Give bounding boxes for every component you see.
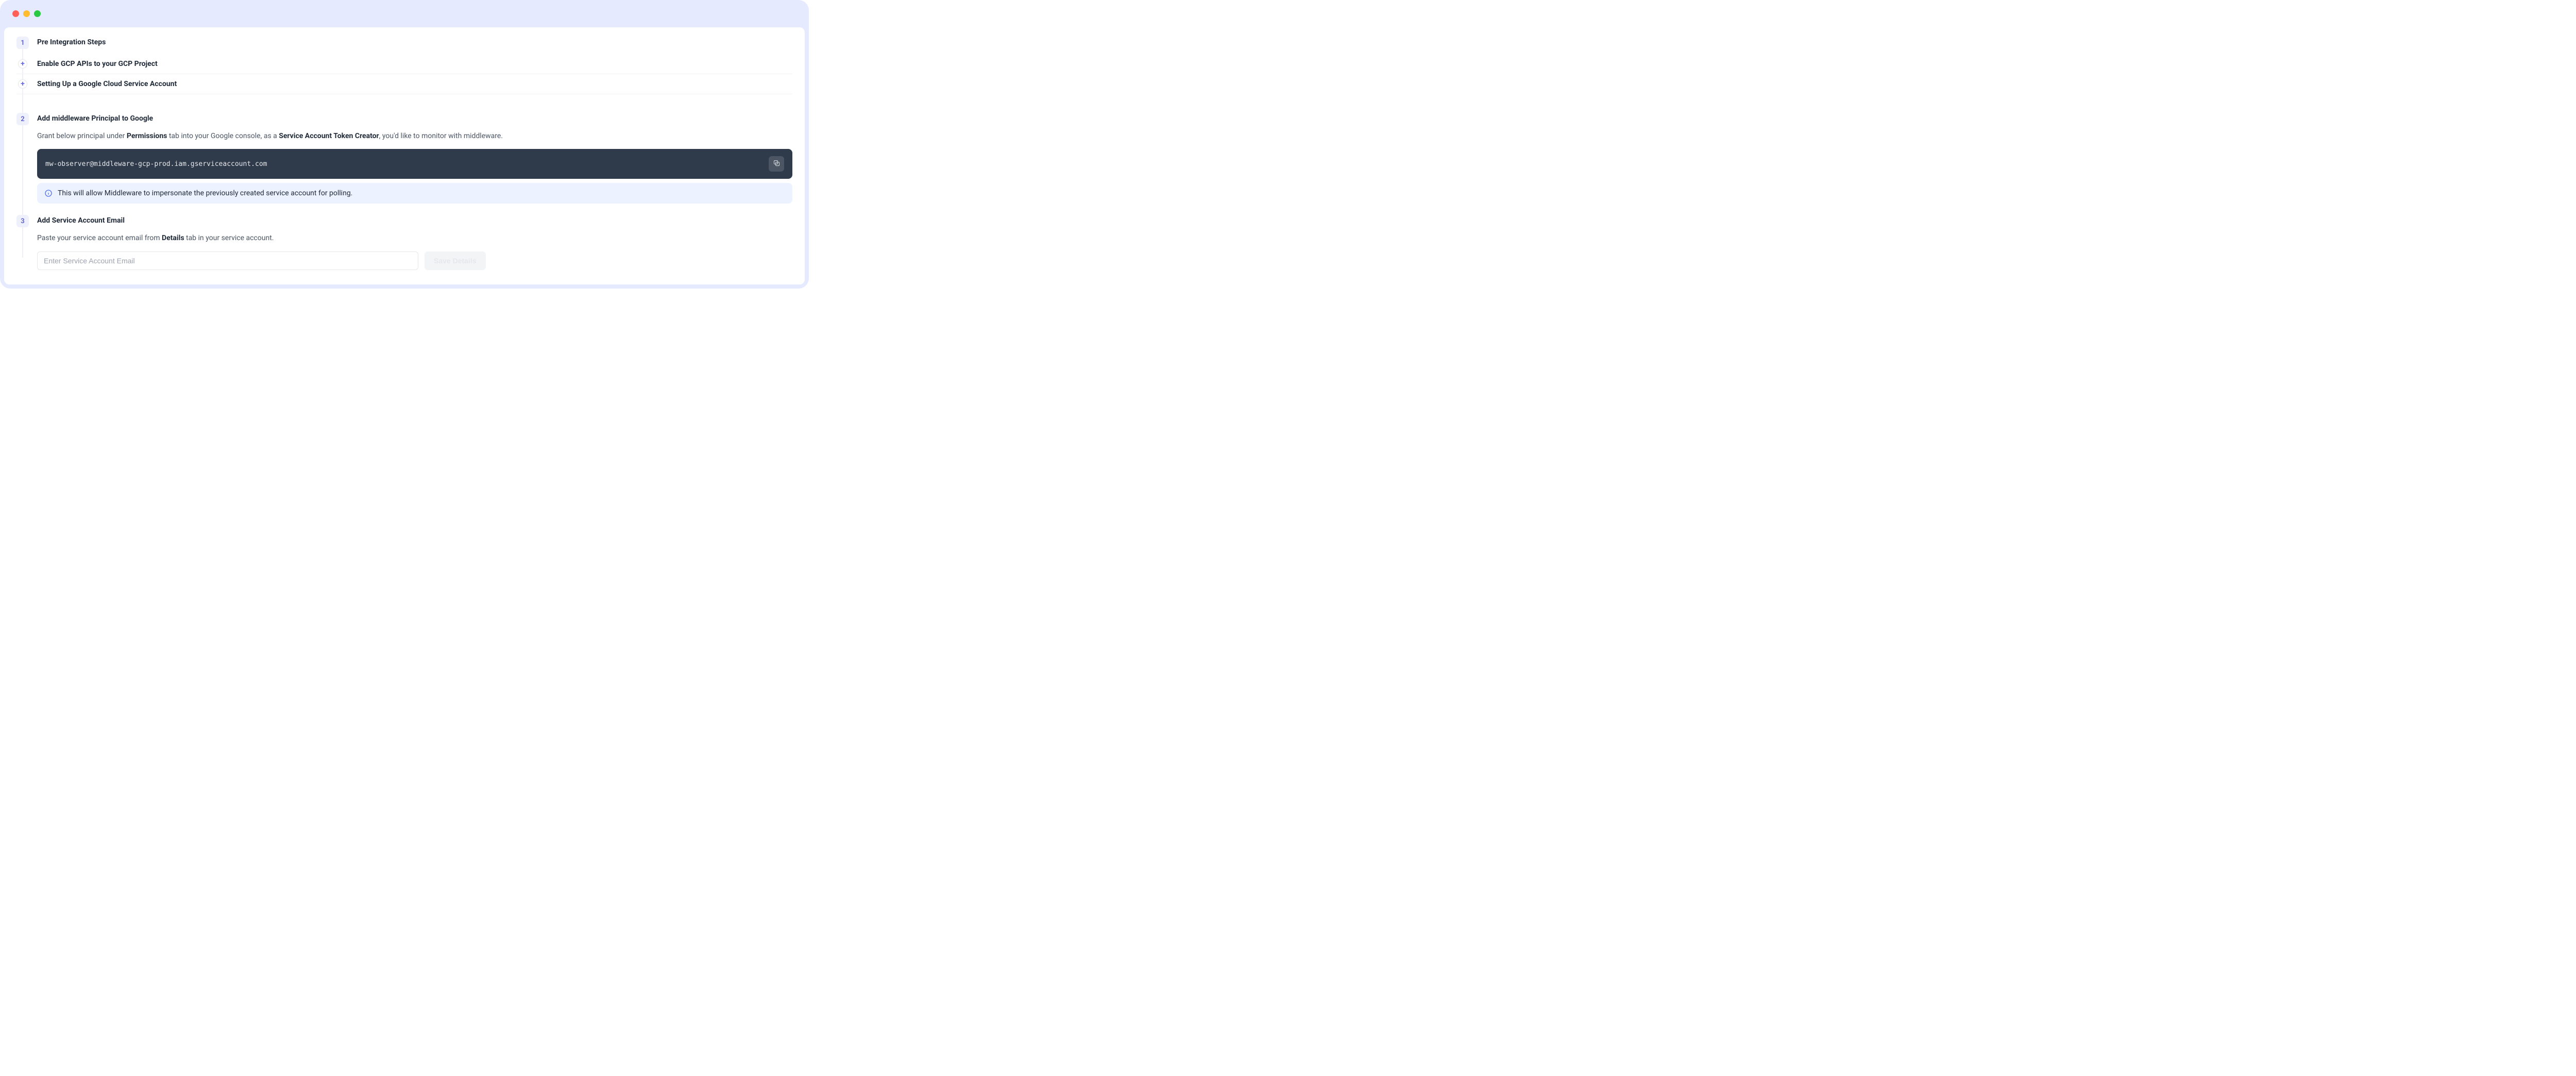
info-banner: This will allow Middleware to impersonat… xyxy=(37,183,792,204)
step-2-title: Add middleware Principal to Google xyxy=(37,113,153,123)
window-frame: 1 Pre Integration Steps + Enable GCP API… xyxy=(0,0,809,289)
step-3-badge: 3 xyxy=(16,215,29,227)
copy-icon xyxy=(773,159,781,169)
step-1-header: 1 Pre Integration Steps xyxy=(16,37,792,49)
step-2-description: Grant below principal under Permissions … xyxy=(37,130,792,142)
service-account-input-row: Save Details xyxy=(37,251,792,270)
text-bold-token-creator: Service Account Token Creator xyxy=(279,132,379,140)
info-icon xyxy=(44,189,53,197)
text-fragment: , you'd like to monitor with middleware. xyxy=(379,132,503,140)
principal-email-value: mw-observer@middleware-gcp-prod.iam.gser… xyxy=(45,160,267,168)
text-bold-details: Details xyxy=(162,234,184,242)
window-maximize-dot[interactable] xyxy=(34,10,41,17)
window-minimize-dot[interactable] xyxy=(23,10,30,17)
copy-button[interactable] xyxy=(769,156,784,172)
integration-steps-card: 1 Pre Integration Steps + Enable GCP API… xyxy=(4,27,805,284)
text-bold-permissions: Permissions xyxy=(127,132,167,140)
save-details-button[interactable]: Save Details xyxy=(425,251,486,270)
step-2-body: Grant below principal under Permissions … xyxy=(37,130,792,204)
text-fragment: Grant below principal under xyxy=(37,132,127,140)
substep-enable-apis[interactable]: + Enable GCP APIs to your GCP Project xyxy=(16,54,792,74)
expand-icon[interactable]: + xyxy=(18,59,27,69)
text-fragment: tab into your Google console, as a xyxy=(167,132,279,140)
substep-setup-service-account[interactable]: + Setting Up a Google Cloud Service Acco… xyxy=(16,74,792,94)
principal-code-block: mw-observer@middleware-gcp-prod.iam.gser… xyxy=(37,149,792,179)
step-2-header: 2 Add middleware Principal to Google xyxy=(16,113,792,125)
step-2-badge: 2 xyxy=(16,113,29,125)
step-3-header: 3 Add Service Account Email xyxy=(16,215,792,227)
window-traffic-lights xyxy=(4,0,805,27)
step-3-description: Paste your service account email from De… xyxy=(37,232,792,244)
step-1-title: Pre Integration Steps xyxy=(37,37,106,46)
substep-setup-service-account-title: Setting Up a Google Cloud Service Accoun… xyxy=(37,80,792,88)
text-fragment: tab in your service account. xyxy=(184,234,274,242)
text-fragment: Paste your service account email from xyxy=(37,234,162,242)
window-close-dot[interactable] xyxy=(12,10,19,17)
steps-timeline: 1 Pre Integration Steps + Enable GCP API… xyxy=(16,37,792,270)
step-3-body: Paste your service account email from De… xyxy=(37,232,792,270)
substep-enable-apis-title: Enable GCP APIs to your GCP Project xyxy=(37,60,792,68)
step-1-badge: 1 xyxy=(16,37,29,49)
info-text: This will allow Middleware to impersonat… xyxy=(58,189,352,197)
expand-icon[interactable]: + xyxy=(18,79,27,89)
service-account-email-input[interactable] xyxy=(37,251,418,270)
step-3-title: Add Service Account Email xyxy=(37,215,125,225)
